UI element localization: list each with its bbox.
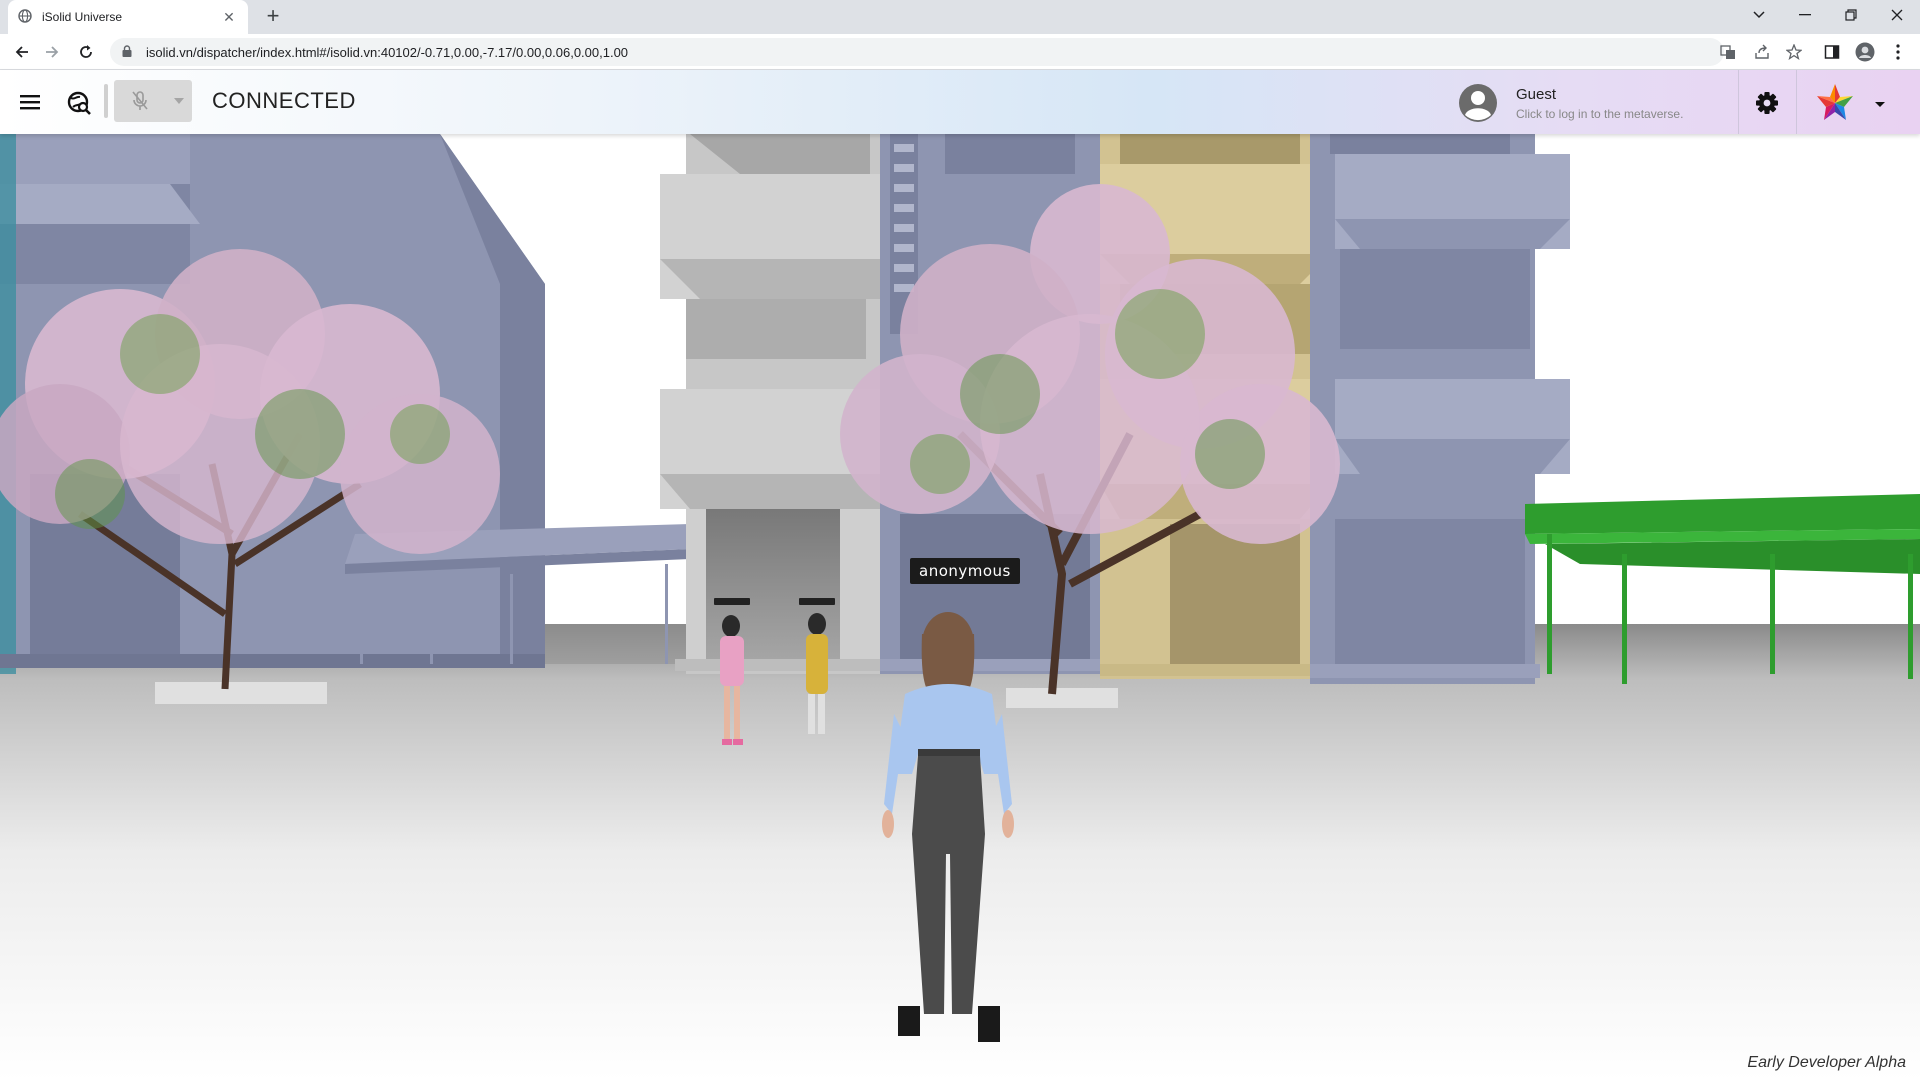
- right-blue-building: [1310, 134, 1570, 684]
- user-name: Guest: [1516, 85, 1557, 103]
- profile-icon[interactable]: [1855, 42, 1875, 62]
- globe-icon: [18, 8, 32, 26]
- avatar-name-tag: anonymous: [910, 558, 1020, 584]
- mic-control: [106, 80, 192, 122]
- browser-tab[interactable]: iSolid Universe ✕: [8, 0, 248, 34]
- close-window-button[interactable]: [1874, 0, 1920, 30]
- login-hint: Click to log in to the metaverse.: [1516, 106, 1684, 121]
- login-prompt[interactable]: Guest Click to log in to the metaverse.: [1458, 82, 1683, 124]
- user-text: Guest Click to log in to the metaverse.: [1516, 86, 1683, 121]
- divider: [1738, 70, 1739, 134]
- browser-toolbar: isolid.vn/dispatcher/index.html#/isolid.…: [0, 34, 1920, 70]
- explore-globe-search-icon[interactable]: [64, 88, 94, 118]
- npc-name-tag: [714, 598, 750, 605]
- divider: [1796, 70, 1797, 134]
- scene-render: [0, 134, 1920, 1080]
- lock-icon: [122, 44, 136, 60]
- bookmark-star-icon[interactable]: [1784, 42, 1804, 62]
- restore-button[interactable]: [1828, 0, 1874, 30]
- connection-status: CONNECTED: [212, 88, 356, 113]
- forward-icon[interactable]: [40, 40, 64, 64]
- minimize-button[interactable]: [1782, 0, 1828, 30]
- side-panel-icon[interactable]: [1822, 42, 1842, 62]
- mic-muted-button[interactable]: [114, 80, 166, 122]
- npc-name-tag: [799, 598, 835, 605]
- address-bar[interactable]: isolid.vn/dispatcher/index.html#/isolid.…: [110, 38, 1724, 66]
- url-text: isolid.vn/dispatcher/index.html#/isolid.…: [146, 44, 629, 60]
- planter: [155, 682, 327, 704]
- close-tab-icon[interactable]: ✕: [220, 9, 238, 26]
- 3d-viewport[interactable]: anonymous Early Developer Alpha: [0, 134, 1920, 1080]
- reload-icon[interactable]: [74, 40, 98, 64]
- app-header: CONNECTED Guest Click to log in to the m…: [0, 70, 1920, 134]
- translate-icon[interactable]: [1718, 42, 1738, 62]
- mic-off-icon: [132, 91, 148, 110]
- new-tab-button[interactable]: +: [260, 4, 286, 30]
- planter: [1006, 688, 1118, 708]
- browser-menu-icon[interactable]: [1888, 42, 1908, 62]
- back-icon[interactable]: [10, 40, 34, 64]
- tab-search-icon[interactable]: [1736, 0, 1782, 30]
- browser-tab-bar: iSolid Universe ✕ +: [0, 0, 1920, 34]
- build-label: Early Developer Alpha: [1747, 1054, 1906, 1071]
- share-icon[interactable]: [1752, 42, 1772, 62]
- isolid-logo-icon[interactable]: [1814, 82, 1856, 124]
- settings-gear-icon[interactable]: [1752, 88, 1782, 118]
- mic-dropdown-button[interactable]: [165, 80, 192, 122]
- user-avatar-icon: [1458, 83, 1498, 123]
- caret-down-icon: [173, 98, 184, 104]
- hamburger-menu-icon[interactable]: [16, 88, 44, 116]
- tab-title: iSolid Universe: [42, 10, 123, 24]
- caret-down-icon[interactable]: [1870, 94, 1890, 114]
